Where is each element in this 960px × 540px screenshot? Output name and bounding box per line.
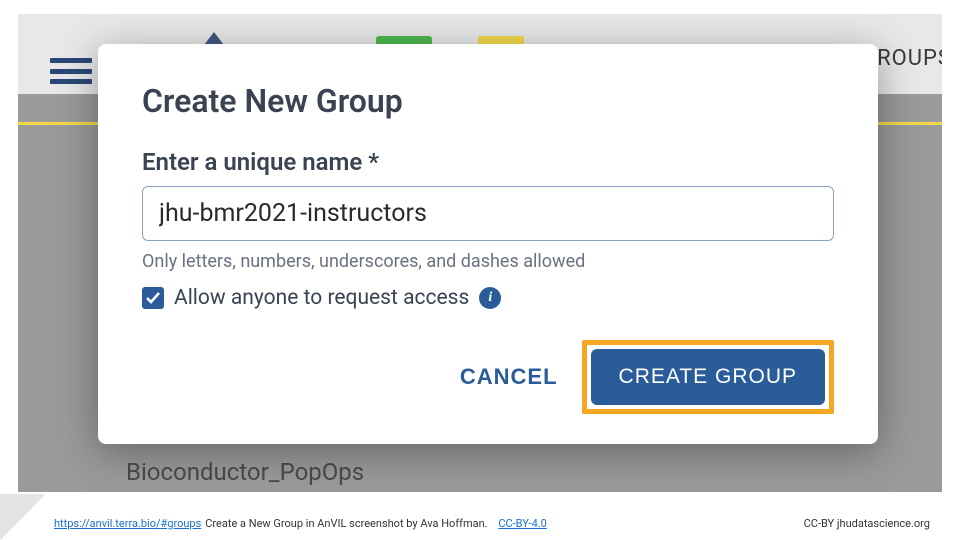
- group-name-label: Enter a unique name *: [142, 148, 834, 176]
- modal-title: Create New Group: [142, 82, 834, 120]
- allow-access-label: Allow anyone to request access: [174, 286, 469, 310]
- group-name-input[interactable]: [142, 186, 834, 241]
- footer-source-link[interactable]: https://anvil.terra.bio/#groups: [54, 517, 201, 530]
- create-group-modal: Create New Group Enter a unique name * O…: [98, 44, 878, 444]
- background-group-row: Bioconductor_PopOps: [126, 458, 364, 486]
- slide-footer: https://anvil.terra.bio/#groups Create a…: [0, 517, 960, 530]
- allow-access-checkbox[interactable]: [142, 287, 164, 309]
- footer-license-link[interactable]: CC-BY-4.0: [498, 517, 547, 530]
- create-group-button[interactable]: CREATE GROUP: [591, 349, 825, 405]
- info-icon[interactable]: i: [479, 287, 501, 309]
- allow-access-row: Allow anyone to request access i: [142, 286, 834, 310]
- footer-caption: Create a New Group in AnVIL screenshot b…: [205, 517, 487, 530]
- modal-button-row: CANCEL CREATE GROUP: [142, 340, 834, 414]
- hamburger-menu-icon[interactable]: [50, 58, 92, 84]
- cancel-button[interactable]: CANCEL: [460, 364, 558, 390]
- tutorial-highlight: CREATE GROUP: [582, 340, 834, 414]
- checkmark-icon: [145, 290, 161, 306]
- slide-area: POWERED SEARCH GROUPS Bioconductor_PopOp…: [18, 14, 942, 492]
- group-name-help-text: Only letters, numbers, underscores, and …: [142, 251, 834, 272]
- footer-attribution: https://anvil.terra.bio/#groups Create a…: [10, 517, 547, 530]
- footer-right-label: CC-BY jhudatascience.org: [804, 517, 930, 530]
